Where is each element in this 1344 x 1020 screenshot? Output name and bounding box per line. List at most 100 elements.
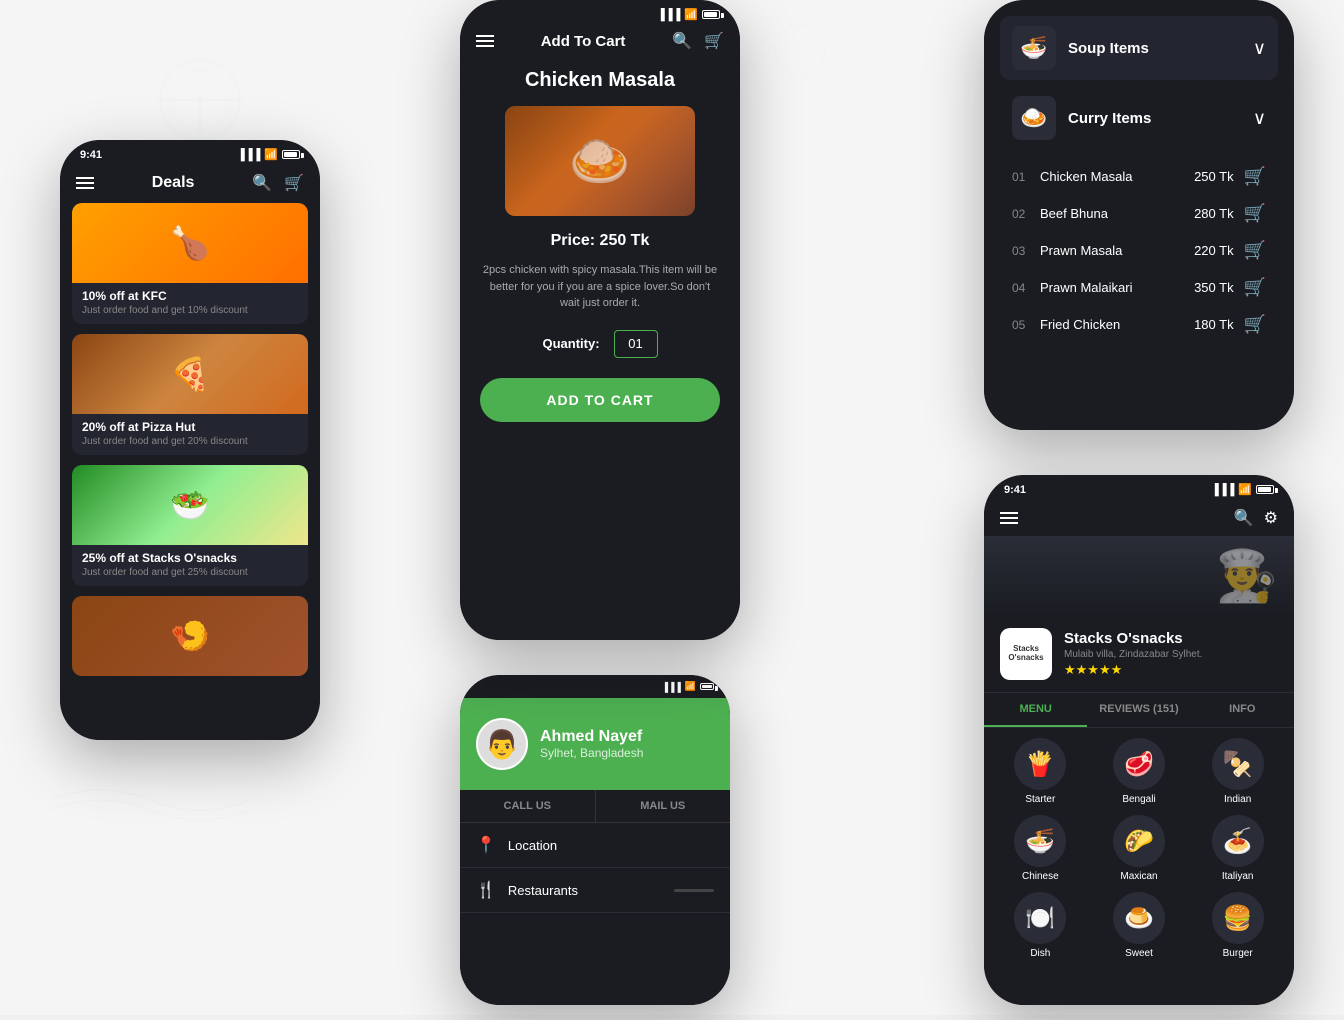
wifi-profile: 📶 <box>685 681 696 692</box>
menu-item-2[interactable]: 02 Beef Bhuna 280 Tk 🛒 <box>1000 195 1278 232</box>
cart-icon[interactable]: 🛒 <box>284 173 304 193</box>
cat-chinese[interactable]: 🍜 Chinese <box>996 815 1085 882</box>
signal-cart: ▐▐▐ <box>657 9 680 21</box>
tab-reviews[interactable]: REVIEWS (151) <box>1087 693 1190 727</box>
menu-item-5[interactable]: 05 Fried Chicken 180 Tk 🛒 <box>1000 306 1278 343</box>
cart-icon-cart[interactable]: 🛒 <box>704 31 724 51</box>
deals-title: Deals <box>152 174 195 192</box>
hero-silhouette: 👨‍🍳 <box>1216 547 1278 606</box>
cat-dish[interactable]: 🍽️ Dish <box>996 892 1085 959</box>
cart-body: Chicken Masala 🍛 Price: 250 Tk 2pcs chic… <box>460 59 740 640</box>
location-icon: 📍 <box>476 835 496 855</box>
hamburger-menu[interactable] <box>76 177 94 189</box>
cat-starter[interactable]: 🍟 Starter <box>996 738 1085 805</box>
sweet-icon: 🍮 <box>1113 892 1165 944</box>
filter-icon-rest[interactable]: ⚙ <box>1264 508 1278 528</box>
tab-menu[interactable]: MENU <box>984 693 1087 727</box>
cart-header: Add To Cart 🔍 🛒 <box>460 25 740 59</box>
deal-info-pizza: 20% off at Pizza Hut Just order food and… <box>72 414 308 455</box>
quantity-input[interactable] <box>614 330 658 358</box>
item-num-4: 04 <box>1012 281 1040 295</box>
soup-category[interactable]: 🍜 Soup Items ∨ <box>1000 16 1278 80</box>
cat-italiyan[interactable]: 🍝 Italiyan <box>1193 815 1282 882</box>
menu-item-3[interactable]: 03 Prawn Masala 220 Tk 🛒 <box>1000 232 1278 269</box>
pizza-subtitle: Just order food and get 20% discount <box>82 436 298 447</box>
item-num-5: 05 <box>1012 318 1040 332</box>
italiyan-icon: 🍝 <box>1212 815 1264 867</box>
restaurants-icon: 🍴 <box>476 880 496 900</box>
user-info: Ahmed Nayef Sylhet, Bangladesh <box>540 728 643 760</box>
add-cart-icon-2[interactable]: 🛒 <box>1244 203 1266 224</box>
add-cart-icon-3[interactable]: 🛒 <box>1244 240 1266 261</box>
curry-label: Curry Items <box>1068 110 1241 127</box>
cat-bengali[interactable]: 🥩 Bengali <box>1095 738 1184 805</box>
chinese-icon: 🍜 <box>1014 815 1066 867</box>
restaurant-logo: Stacks O'snacks <box>1000 628 1052 680</box>
cat-burger[interactable]: 🍔 Burger <box>1193 892 1282 959</box>
status-bar-profile: ▐▐▐ 📶 <box>460 675 730 698</box>
search-icon-cart[interactable]: 🔍 <box>672 31 692 51</box>
cat-indian[interactable]: 🍢 Indian <box>1193 738 1282 805</box>
cat-maxican[interactable]: 🌮 Maxican <box>1095 815 1184 882</box>
food-categories: 🍟 Starter 🥩 Bengali 🍢 Indian 🍜 Chinese 🌮 <box>984 728 1294 969</box>
deal-card-stacks[interactable]: 🥗 25% off at Stacks O'snacks Just order … <box>72 465 308 586</box>
stacks-image: 🥗 <box>72 465 308 545</box>
kfc-image: 🍗 <box>72 203 308 283</box>
add-cart-icon-4[interactable]: 🛒 <box>1244 277 1266 298</box>
phone-menu: 🍜 Soup Items ∨ 🍛 Curry Items ∨ 01 Chicke… <box>984 0 1294 430</box>
signal-icon: ▐▐▐ <box>237 149 260 161</box>
add-cart-icon-5[interactable]: 🛒 <box>1244 314 1266 335</box>
menu-item-1[interactable]: 01 Chicken Masala 250 Tk 🛒 <box>1000 158 1278 195</box>
deal-card-pizza[interactable]: 🍕 20% off at Pizza Hut Just order food a… <box>72 334 308 455</box>
wifi-rest: 📶 <box>1238 483 1252 496</box>
battery-profile <box>700 683 714 690</box>
deal-card-kfc[interactable]: 🍗 10% off at KFC Just order food and get… <box>72 203 308 324</box>
phone-restaurant: 9:41 ▐▐▐ 📶 🔍 ⚙ 👨‍🍳 <box>984 475 1294 1005</box>
time-restaurant: 9:41 <box>1004 484 1026 496</box>
restaurant-tabs: MENU REVIEWS (151) INFO <box>984 693 1294 728</box>
item-price-2: 280 Tk <box>1194 206 1234 221</box>
restaurant-details: Stacks O'snacks Mulaib villa, Zindazabar… <box>1064 630 1202 678</box>
status-bar-cart: ▐▐▐ 📶 <box>460 0 740 25</box>
restaurants-item[interactable]: 🍴 Restaurants <box>460 868 730 913</box>
restaurant-hero: 👨‍🍳 <box>984 536 1294 616</box>
bengali-label: Bengali <box>1122 794 1155 805</box>
curry-category[interactable]: 🍛 Curry Items ∨ <box>1000 86 1278 150</box>
cat-sweet[interactable]: 🍮 Sweet <box>1095 892 1184 959</box>
maxican-icon: 🌮 <box>1113 815 1165 867</box>
restaurant-header-nav: 🔍 ⚙ <box>984 500 1294 536</box>
cart-header-title: Add To Cart <box>541 33 626 50</box>
curry-chevron: ∨ <box>1253 108 1266 129</box>
soup-chevron: ∨ <box>1253 38 1266 59</box>
deal-card-partial[interactable]: 🍤 <box>72 596 308 676</box>
chinese-label: Chinese <box>1022 871 1059 882</box>
profile-actions: CALL US MAIL US <box>460 790 730 823</box>
product-image: 🍛 <box>505 106 695 216</box>
location-item[interactable]: 📍 Location <box>460 823 730 868</box>
restaurant-hamburger[interactable] <box>1000 512 1018 524</box>
item-num-1: 01 <box>1012 170 1040 184</box>
mail-us-button[interactable]: MAIL US <box>596 790 731 822</box>
signal-rest: ▐▐▐ <box>1211 484 1234 496</box>
call-us-button[interactable]: CALL US <box>460 790 596 822</box>
battery-cart <box>702 10 720 19</box>
maxican-label: Maxican <box>1120 871 1157 882</box>
phone-deals: 9:41 ▐▐▐ 📶 Deals 🔍 🛒 <box>60 140 320 740</box>
quantity-row: Quantity: <box>480 330 720 358</box>
indian-icon: 🍢 <box>1212 738 1264 790</box>
burger-label: Burger <box>1223 948 1253 959</box>
kfc-title: 10% off at KFC <box>82 289 298 303</box>
cart-hamburger[interactable] <box>476 35 494 47</box>
restaurant-stars: ★★★★★ <box>1064 662 1202 678</box>
search-icon-rest[interactable]: 🔍 <box>1234 508 1254 528</box>
search-icon[interactable]: 🔍 <box>252 173 272 193</box>
signal-profile: ▐▐▐ <box>662 682 681 692</box>
starter-label: Starter <box>1025 794 1055 805</box>
add-to-cart-button[interactable]: ADD TO CART <box>480 378 720 422</box>
product-description: 2pcs chicken with spicy masala.This item… <box>480 262 720 312</box>
deals-list: 🍗 10% off at KFC Just order food and get… <box>60 203 320 740</box>
tab-info[interactable]: INFO <box>1191 693 1294 727</box>
menu-item-4[interactable]: 04 Prawn Malaikari 350 Tk 🛒 <box>1000 269 1278 306</box>
add-cart-icon-1[interactable]: 🛒 <box>1244 166 1266 187</box>
user-city: Sylhet, Bangladesh <box>540 746 643 760</box>
